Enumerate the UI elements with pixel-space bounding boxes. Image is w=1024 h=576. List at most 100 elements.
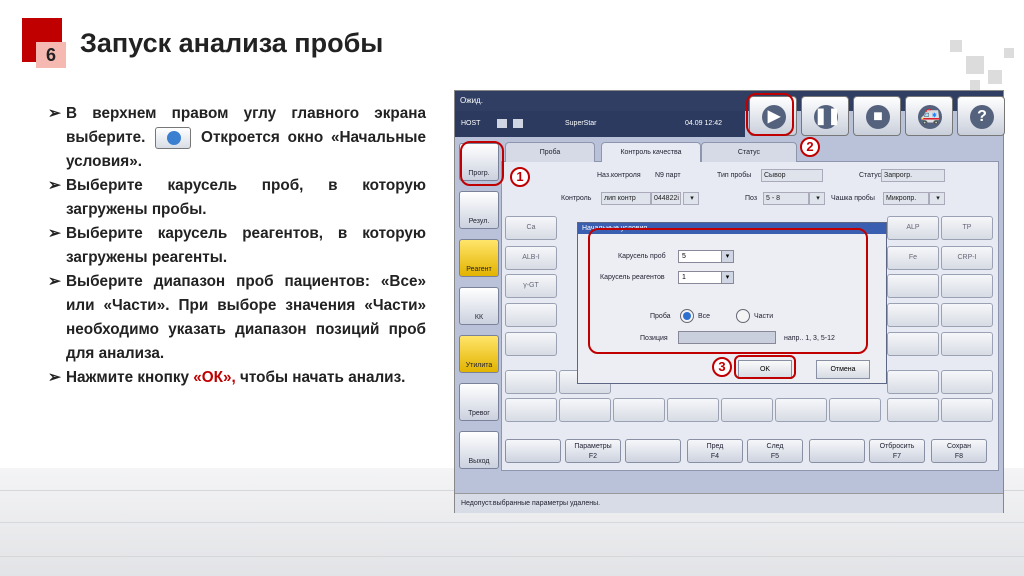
test-button[interactable]: γ-GT: [505, 274, 557, 298]
test-button[interactable]: [941, 398, 993, 422]
footer-button[interactable]: [625, 439, 681, 463]
test-button[interactable]: ALP: [887, 216, 939, 240]
arrow-bullet-icon: ➢: [48, 273, 61, 290]
cancel-button[interactable]: Отмена: [816, 360, 870, 379]
test-button[interactable]: [887, 398, 939, 422]
test-button[interactable]: Fe: [887, 246, 939, 270]
datetime: 04.09 12:42: [685, 120, 722, 127]
printer-icon: [513, 119, 523, 128]
test-button[interactable]: TP: [941, 216, 993, 240]
computer-icon: [497, 119, 507, 128]
status-label: Статус: [859, 172, 882, 179]
decorative-square: [988, 70, 1002, 84]
tab-quality-control[interactable]: Контроль качества: [601, 142, 701, 162]
pause-button[interactable]: ❚❚: [801, 96, 849, 136]
status-bar: Недопуст.выбранные параметры удалены.: [455, 493, 1003, 513]
chevron-down-icon[interactable]: ▾: [809, 192, 825, 205]
decorative-square: [950, 40, 962, 52]
lot-label: N9 парт: [655, 172, 681, 179]
test-button[interactable]: [941, 274, 993, 298]
callout-ring-program: [460, 141, 504, 186]
footer-button[interactable]: [809, 439, 865, 463]
sidebar-item-reagent[interactable]: Реагент: [459, 239, 499, 277]
test-button[interactable]: [505, 332, 557, 356]
arrow-bullet-icon: ➢: [48, 105, 61, 122]
test-button[interactable]: [721, 398, 773, 422]
instructions: ➢ В верхнем правом углу главного экрана в…: [48, 102, 426, 390]
sidebar-item-alarm[interactable]: Тревог: [459, 383, 499, 421]
decorative-square: [1004, 48, 1014, 58]
arrow-bullet-icon: ➢: [48, 369, 61, 386]
test-button[interactable]: [941, 332, 993, 356]
next-button[interactable]: След F5: [747, 439, 803, 463]
test-button[interactable]: [887, 303, 939, 327]
footer-button[interactable]: [505, 439, 561, 463]
host-label: HOST: [461, 120, 481, 127]
prev-button[interactable]: Пред F4: [687, 439, 743, 463]
test-button[interactable]: [941, 303, 993, 327]
sidebar-item-utility[interactable]: Утилита: [459, 335, 499, 373]
floor-line: [0, 556, 1024, 557]
callout-number: 3: [712, 357, 732, 377]
callout-number: 2: [800, 137, 820, 157]
discard-button[interactable]: Отбросить F7: [869, 439, 925, 463]
sidebar-item-results[interactable]: Резул.: [459, 191, 499, 229]
sample-type-label: Тип пробы: [717, 172, 752, 179]
position-label: Поз: [745, 195, 758, 202]
bullet-3: ➢ Выберите карусель реагентов, в которую …: [48, 222, 426, 270]
bullet-5: ➢ Нажмите кнопку «ОК», чтобы начать анали…: [48, 366, 426, 390]
test-button[interactable]: [505, 398, 557, 422]
test-button[interactable]: [887, 274, 939, 298]
callout-number: 1: [510, 167, 530, 187]
test-button[interactable]: [829, 398, 881, 422]
position-value[interactable]: 5 - 8: [763, 192, 809, 205]
bullet-2: ➢ Выберите карусель проб, в которую загру…: [48, 174, 426, 222]
test-button[interactable]: [613, 398, 665, 422]
ambulance-icon: 🚑: [918, 105, 942, 129]
sidebar-item-qc[interactable]: КК: [459, 287, 499, 325]
slide-title: Запуск анализа пробы: [80, 28, 384, 58]
sidebar-item-exit[interactable]: Выход: [459, 431, 499, 469]
control-label: Контроль: [561, 195, 592, 202]
chevron-down-icon[interactable]: ▾: [683, 192, 699, 205]
bullet-1: ➢ В верхнем правом углу главного экрана в…: [48, 102, 426, 174]
parameters-button[interactable]: Параметры F2: [565, 439, 621, 463]
instrument-name: SuperStar: [565, 120, 597, 127]
callout-ring-ok: [734, 355, 796, 379]
test-button[interactable]: CRP-I: [941, 246, 993, 270]
chevron-down-icon[interactable]: ▾: [929, 192, 945, 205]
arrow-bullet-icon: ➢: [48, 177, 61, 194]
tab-sample[interactable]: Проба: [505, 142, 595, 162]
host-bar: HOST SuperStar 04.09 12:42: [455, 111, 745, 137]
test-button[interactable]: [941, 370, 993, 394]
sample-type-value: Сывор: [761, 169, 823, 182]
stop-button[interactable]: ■: [853, 96, 901, 136]
stop-icon: ■: [866, 105, 890, 129]
arrow-bullet-icon: ➢: [48, 225, 61, 242]
save-button[interactable]: Сохран F8: [931, 439, 987, 463]
test-button[interactable]: [667, 398, 719, 422]
decorative-square: [970, 80, 980, 90]
test-button[interactable]: [505, 370, 557, 394]
help-button[interactable]: ?: [957, 96, 1005, 136]
callout-ring-dialog: [588, 228, 868, 354]
emergency-button[interactable]: 🚑: [905, 96, 953, 136]
help-icon: ?: [970, 105, 994, 129]
test-button[interactable]: ALB-I: [505, 246, 557, 270]
test-button[interactable]: [505, 303, 557, 327]
test-button[interactable]: [887, 332, 939, 356]
test-button[interactable]: [887, 370, 939, 394]
control-value[interactable]: лип контр: [601, 192, 651, 205]
control-lot[interactable]: 044822i: [651, 192, 681, 205]
floor-line: [0, 522, 1024, 523]
tab-status[interactable]: Статус: [701, 142, 797, 162]
test-button[interactable]: [559, 398, 611, 422]
test-button[interactable]: [775, 398, 827, 422]
cup-value[interactable]: Микропр.: [883, 192, 929, 205]
slide-number: 6: [36, 42, 66, 68]
callout-ring-play: [746, 93, 794, 136]
test-button[interactable]: Ca: [505, 216, 557, 240]
control-name-label: Наз.контроля: [597, 172, 641, 179]
pause-icon: ❚❚: [814, 105, 841, 129]
play-button-icon: [155, 126, 192, 149]
